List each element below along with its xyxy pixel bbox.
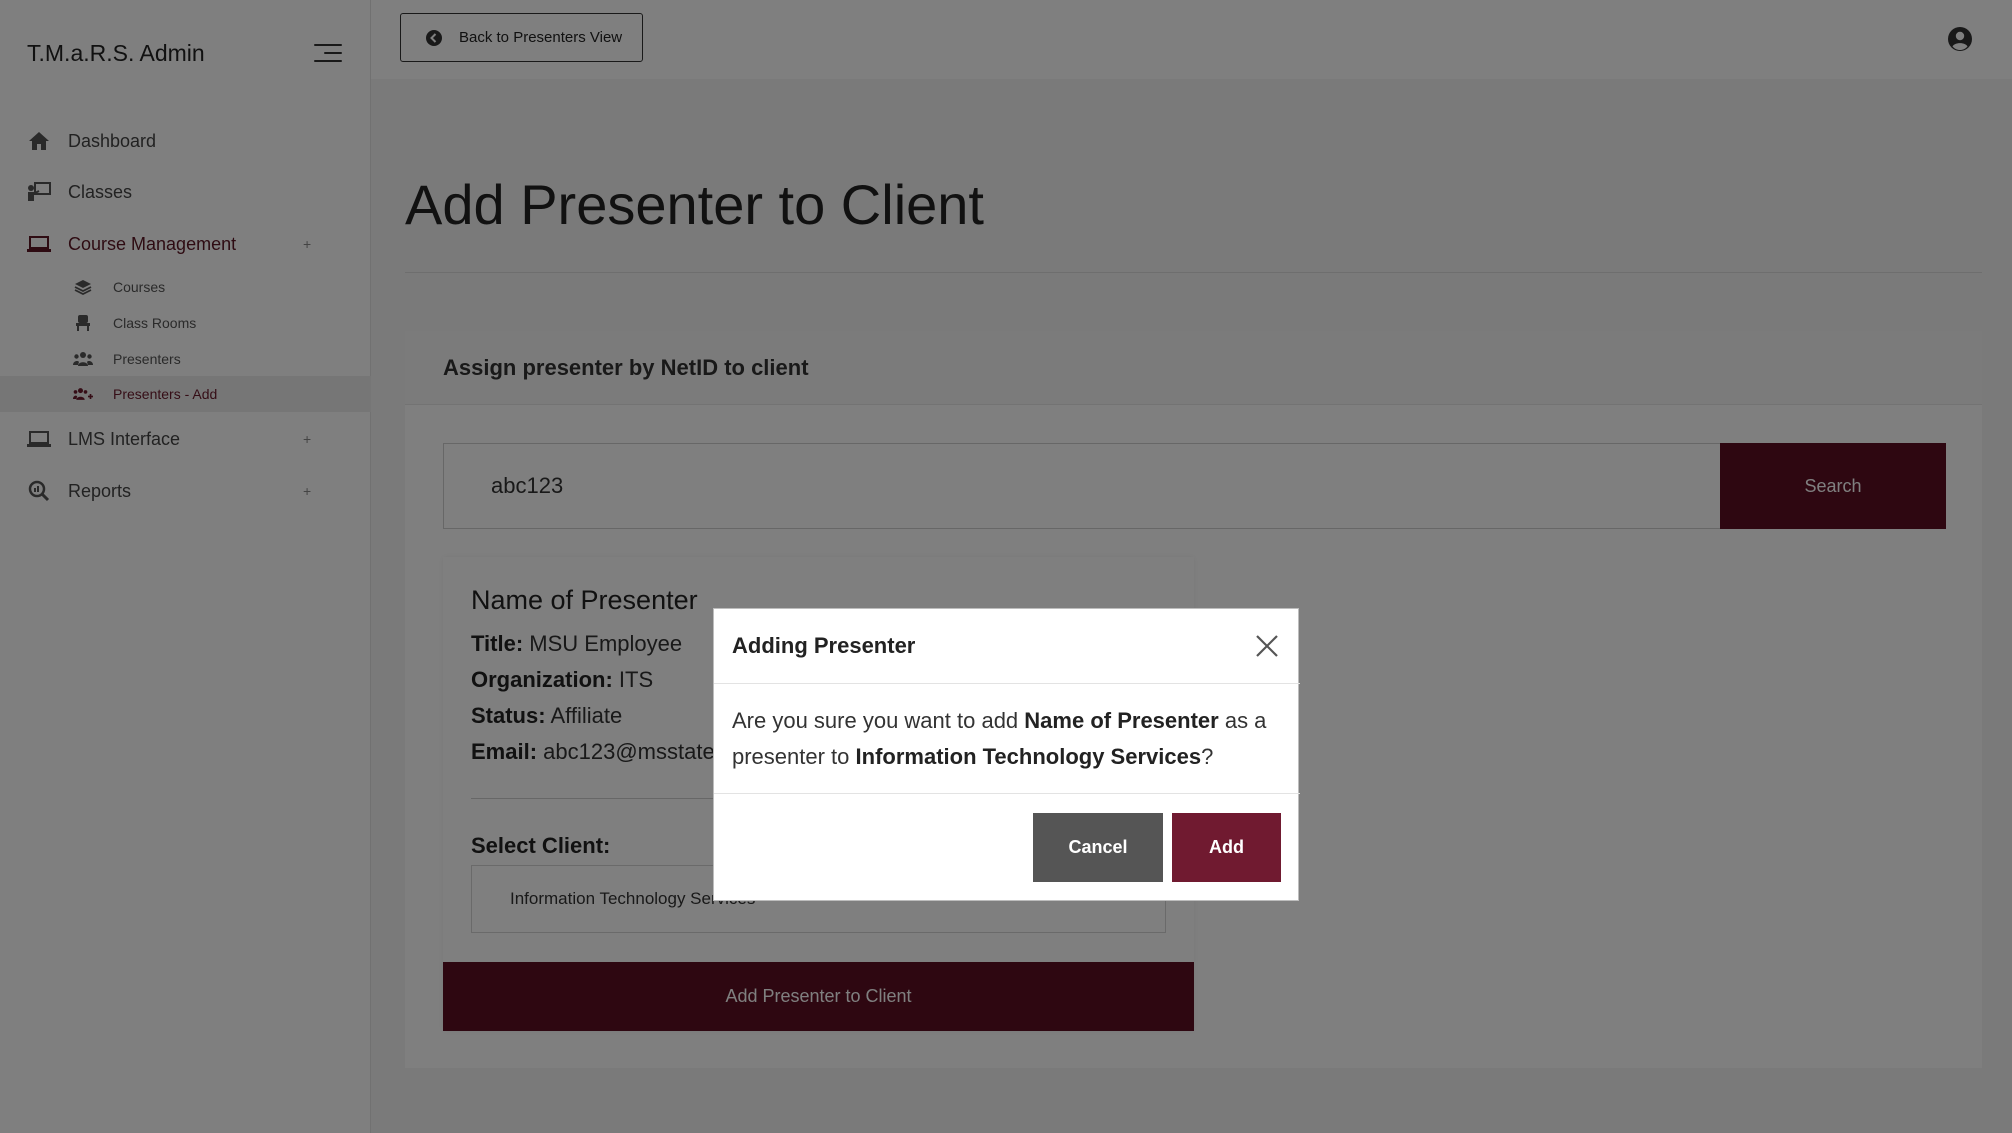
modal-message: Are you sure you want to add Name of Pre… xyxy=(732,703,1282,775)
modal-message-pre: Are you sure you want to add xyxy=(732,708,1025,733)
adding-presenter-modal: Adding Presenter Are you sure you want t… xyxy=(713,608,1300,901)
add-button[interactable]: Add xyxy=(1172,813,1281,882)
modal-footer-divider xyxy=(714,793,1300,794)
modal-header-divider xyxy=(714,683,1300,684)
modal-message-post: ? xyxy=(1201,744,1214,769)
modal-backdrop[interactable] xyxy=(0,0,2012,1133)
modal-message-name: Name of Presenter xyxy=(1024,708,1219,733)
cancel-button[interactable]: Cancel xyxy=(1033,813,1163,882)
modal-title: Adding Presenter xyxy=(732,633,916,658)
close-icon[interactable] xyxy=(1254,633,1280,659)
modal-message-client: Information Technology Services xyxy=(855,744,1202,769)
